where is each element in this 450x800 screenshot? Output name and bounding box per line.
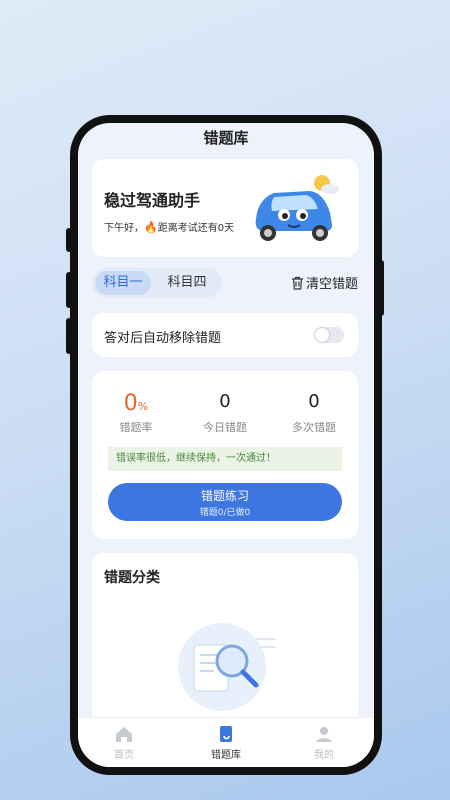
practice-progress: 错题0/已做0 [199, 508, 251, 518]
countdown-text: 距离考试还有0天 [157, 223, 235, 234]
empty-state-search-icon [178, 623, 276, 711]
today-mistakes-label: 今日错题 [203, 421, 247, 434]
mistake-category-card: 错题分类 [92, 553, 358, 743]
category-title: 错题分类 [104, 570, 160, 586]
trash-icon [291, 276, 303, 290]
tab-subject-one[interactable]: 科目一 [95, 271, 151, 295]
clear-mistakes-label: 清空错题 [305, 277, 358, 292]
assistant-card: 稳过驾通助手 下午好，🔥距离考试还有0天 [92, 159, 358, 257]
clear-mistakes-button[interactable]: 清空错题 [291, 273, 358, 292]
phone-side-button [66, 272, 72, 308]
bottom-nav: 首页 错题库 我的 [78, 717, 374, 767]
fire-icon: 🔥 [144, 221, 158, 234]
assistant-title: 稳过驾通助手 [104, 191, 201, 210]
home-icon [116, 727, 132, 742]
stat-repeat-mistakes: 0 多次错题 [270, 391, 358, 435]
stat-error-rate: 0% 错题率 [92, 391, 180, 435]
phone-side-button [66, 228, 72, 252]
auto-remove-row: 答对后自动移除错题 [92, 313, 358, 357]
page-title: 错题库 [203, 129, 249, 147]
phone-power-button [378, 260, 384, 316]
error-rate-label: 错题率 [119, 421, 153, 434]
toggle-knob [315, 328, 329, 342]
subject-tabs: 科目一 科目四 [92, 268, 222, 298]
nav-mistakes[interactable]: 错题库 [186, 724, 266, 761]
nav-profile-label: 我的 [314, 750, 334, 761]
phone-side-button [66, 318, 72, 354]
repeat-mistakes-value: 0 [308, 391, 320, 412]
error-rate-value: 0% [123, 391, 149, 416]
nav-home[interactable]: 首页 [84, 724, 164, 761]
nav-profile[interactable]: 我的 [284, 724, 364, 761]
auto-remove-label: 答对后自动移除错题 [104, 331, 222, 346]
app-screen: 错题库 稳过驾通助手 下午好，🔥距离考试还有0天 科目一 科目四 清空错题 答对… [78, 123, 374, 767]
mistake-practice-button[interactable]: 错题练习 错题0/已做0 [108, 483, 342, 521]
today-mistakes-value: 0 [219, 391, 231, 412]
stat-today-mistakes: 0 今日错题 [181, 391, 269, 435]
auto-remove-toggle[interactable] [314, 327, 344, 343]
car-illustration-icon [255, 175, 339, 241]
repeat-mistakes-label: 多次错题 [292, 421, 336, 434]
user-icon [316, 727, 332, 742]
nav-mistakes-label: 错题库 [211, 750, 241, 761]
nav-home-label: 首页 [114, 750, 134, 761]
encouragement-tip: 错误率很低，继续保持，一次通过！ [108, 447, 342, 471]
greeting-text: 下午好， [104, 223, 144, 234]
exam-countdown: 下午好，🔥距离考试还有0天 [104, 219, 234, 234]
stats-card: 0% 错题率 0 今日错题 0 多次错题 错误率很低，继续保持，一次通过！ 错题… [92, 371, 358, 539]
practice-label: 错题练习 [200, 489, 249, 503]
tab-subject-four[interactable]: 科目四 [158, 271, 216, 295]
book-icon [220, 726, 232, 742]
